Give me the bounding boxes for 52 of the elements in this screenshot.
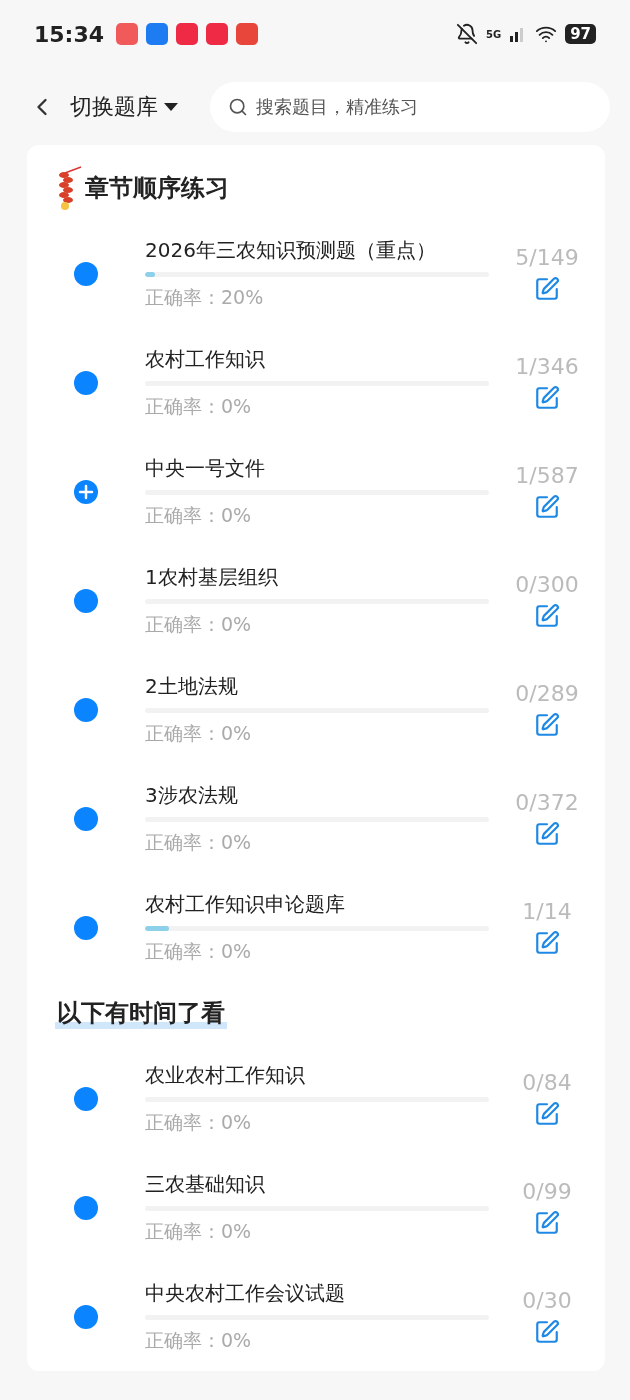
search-input[interactable]: 搜索题目，精准练习 xyxy=(254,95,478,118)
bank-switch-dropdown[interactable]: 切换题库 xyxy=(70,91,178,122)
battery-level: 97 xyxy=(565,24,596,44)
progress-count: 0/300 xyxy=(515,572,579,597)
accuracy-text: 正确率：0% xyxy=(145,1218,253,1244)
accuracy-text: 正确率：20% xyxy=(145,284,265,310)
progress-count: 0/84 xyxy=(522,1070,572,1095)
progress-count: 5/149 xyxy=(515,245,579,270)
edit-button[interactable] xyxy=(534,1101,560,1127)
progress-count: 0/372 xyxy=(515,790,579,815)
progress-count: 1/14 xyxy=(522,899,572,924)
accuracy-text: 正确率：0% xyxy=(145,1327,253,1353)
progress-count: 0/30 xyxy=(522,1288,572,1313)
chapter-title[interactable]: 2026年三农知识预测题（重点） xyxy=(145,236,489,264)
edit-button[interactable] xyxy=(534,276,560,302)
edit-button[interactable] xyxy=(534,494,560,520)
search-bar[interactable]: 搜索题目，精准练习 xyxy=(210,81,610,132)
bell-off-icon xyxy=(455,23,478,45)
chapter-title[interactable]: 1农村基层组织 xyxy=(145,563,489,591)
accuracy-text: 正确率：0% xyxy=(145,1109,253,1135)
chapter-title[interactable]: 农村工作知识申论题库 xyxy=(145,890,489,918)
accuracy-text: 正确率：0% xyxy=(145,720,253,746)
edit-button[interactable] xyxy=(534,930,560,956)
chapter-title[interactable]: 3涉农法规 xyxy=(145,781,489,809)
chapter-title[interactable]: 农业农村工作知识 xyxy=(145,1061,489,1089)
progress-count: 0/289 xyxy=(515,681,579,706)
edit-button[interactable] xyxy=(534,603,560,629)
edit-button[interactable] xyxy=(534,821,560,847)
status-time: 15:34 xyxy=(34,21,105,47)
accuracy-text: 正确率：0% xyxy=(145,393,253,419)
edit-button[interactable] xyxy=(534,385,560,411)
progress-count: 0/99 xyxy=(522,1179,572,1204)
network-label: 5G xyxy=(485,28,502,40)
accuracy-text: 正确率：0% xyxy=(145,502,253,528)
progress-count: 1/346 xyxy=(515,354,579,379)
search-icon xyxy=(228,96,248,117)
chapter-title[interactable]: 中央农村工作会议试题 xyxy=(145,1279,489,1307)
accuracy-text: 正确率：0% xyxy=(145,938,253,964)
section-title: 章节顺序练习 xyxy=(84,173,230,204)
edit-button[interactable] xyxy=(534,712,560,738)
chapter-title[interactable]: 中央一号文件 xyxy=(145,454,489,482)
edit-button[interactable] xyxy=(534,1319,560,1345)
caret-icon xyxy=(164,101,178,112)
edit-button[interactable] xyxy=(534,1210,560,1236)
chapter-title[interactable]: 三农基础知识 xyxy=(145,1170,489,1198)
plus-icon[interactable] xyxy=(74,479,98,504)
progress-count: 1/587 xyxy=(515,463,579,488)
accuracy-text: 正确率：0% xyxy=(145,829,253,855)
chapter-title[interactable]: 2土地法规 xyxy=(145,672,489,700)
chapter-title[interactable]: 农村工作知识 xyxy=(145,345,489,373)
accuracy-text: 正确率：0% xyxy=(145,611,253,637)
section-title: 以下有时间了看 xyxy=(55,997,227,1029)
